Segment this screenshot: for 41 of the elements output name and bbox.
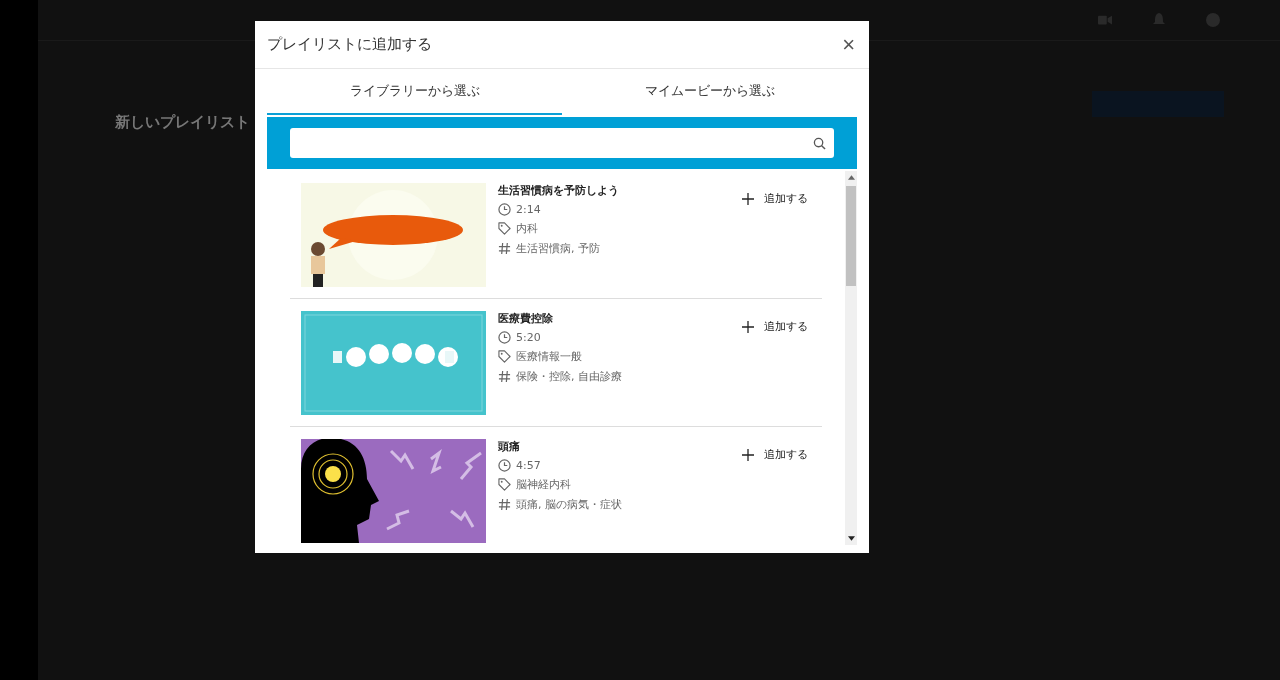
video-tags: 生活習慣病, 予防 (516, 241, 600, 256)
clock-icon (498, 459, 511, 472)
plus-icon (742, 192, 754, 205)
video-category: 医療情報一般 (516, 349, 582, 364)
clock-icon (498, 203, 511, 216)
video-title: 医療費控除 (498, 311, 554, 326)
page-title: 新しいプレイリスト (115, 113, 250, 132)
add-button[interactable]: 追加する (742, 319, 822, 334)
clock-icon (498, 331, 511, 344)
bell-icon[interactable] (1152, 13, 1166, 27)
plus-icon (742, 448, 754, 461)
hashtag-icon (498, 242, 511, 255)
hashtag-icon (498, 498, 511, 511)
video-title: 生活習慣病を予防しよう (498, 183, 620, 198)
user-icon[interactable] (1206, 13, 1220, 27)
tab[interactable]: ライブラリーから選ぶ (267, 69, 562, 115)
video-title: 頭痛 (498, 439, 521, 454)
search-icon[interactable] (813, 136, 826, 150)
scrollbar[interactable] (845, 171, 857, 545)
add-button[interactable]: 追加する (742, 191, 822, 206)
tag-icon (498, 222, 511, 235)
tag-icon (498, 478, 511, 491)
add-button[interactable]: 追加する (742, 447, 822, 462)
search-field[interactable] (290, 128, 834, 158)
hashtag-icon (498, 370, 511, 383)
video-duration: 4:57 (516, 459, 541, 472)
video-duration: 2:14 (516, 203, 541, 216)
plus-icon (742, 320, 754, 333)
video-category: 脳神経内科 (516, 477, 571, 492)
scroll-up-icon[interactable] (847, 175, 855, 180)
video-duration: 5:20 (516, 331, 541, 344)
scroll-thumb[interactable] (846, 186, 856, 286)
dialog-title: プレイリストに追加する (267, 35, 432, 54)
video-category: 内科 (516, 221, 538, 236)
video-tags: 保険・控除, 自由診療 (516, 369, 622, 384)
scroll-down-icon[interactable] (847, 536, 855, 541)
tag-icon (498, 350, 511, 363)
video-tags: 頭痛, 脳の病気・症状 (516, 497, 622, 512)
camera-icon[interactable] (1098, 13, 1112, 27)
tab[interactable]: マイムービーから選ぶ (562, 69, 857, 115)
close-button[interactable]: × (840, 31, 857, 58)
